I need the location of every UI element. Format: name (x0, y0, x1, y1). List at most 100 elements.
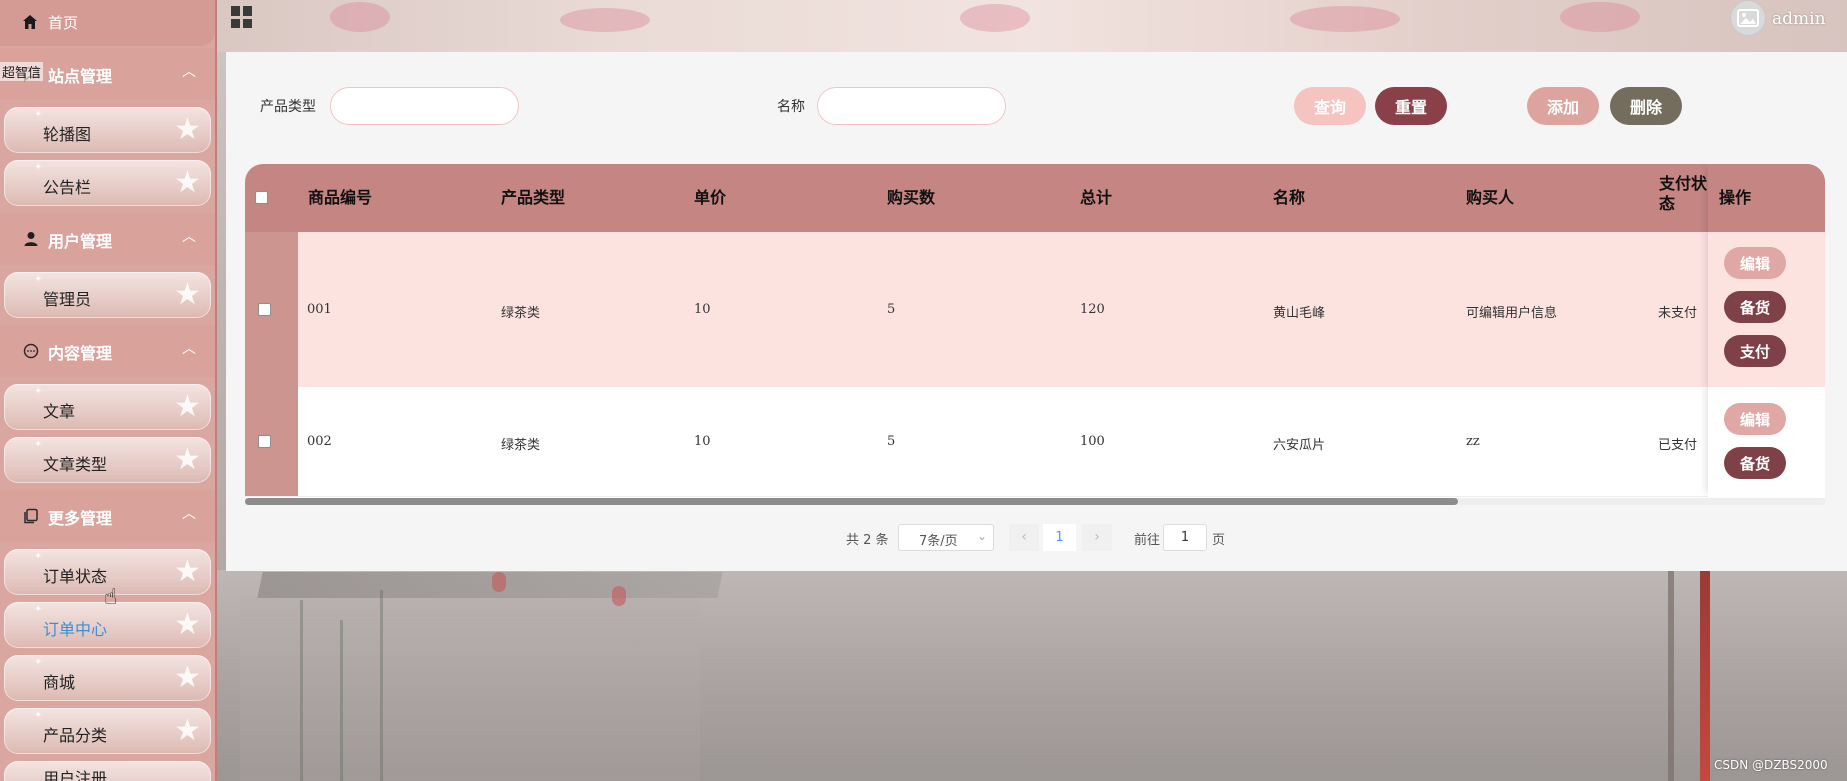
sidebar-item-admin[interactable]: ✦ 管理员 ★ (4, 272, 211, 318)
pay-button[interactable]: 支付 (1724, 335, 1786, 367)
floating-label: 超智信 (0, 62, 44, 81)
sidebar-item-label: 产品分类 (43, 726, 108, 745)
sidebar-group-content[interactable]: 内容管理 ︿ (0, 325, 215, 377)
sidebar-item-user-register[interactable]: 用户注册 (4, 761, 211, 781)
blossom-decoration (960, 4, 1030, 32)
goto-suffix: 页 (1212, 533, 1226, 548)
star-icon: ✦ (34, 551, 43, 562)
operations-header: 操作 (1708, 164, 1825, 232)
copy-icon (24, 508, 38, 524)
operations-cell: 编辑 备货 (1708, 387, 1825, 497)
cell-qty: 5 (887, 434, 896, 449)
cell-qty: 5 (887, 302, 896, 317)
sidebar-item-article[interactable]: ✦ 文章 ★ (4, 384, 211, 430)
cell-id: 001 (307, 302, 332, 317)
lantern-decoration (492, 572, 506, 592)
horizontal-scrollbar-thumb[interactable] (245, 498, 1458, 505)
column-header: 支付状态 (1659, 174, 1708, 213)
hand-cursor-icon: ☝ (104, 585, 118, 610)
sidebar-item-product-category[interactable]: ✦ 产品分类 ★ (4, 708, 211, 754)
row-checkbox-cell (245, 387, 298, 496)
sidebar-group-user[interactable]: 用户管理 ︿ (0, 213, 215, 265)
chevron-up-icon: ︿ (182, 506, 196, 522)
column-header: 购买人 (1466, 188, 1515, 207)
chevron-up-icon: ︿ (182, 229, 196, 245)
sidebar-item-notice[interactable]: ✦ 公告栏 ★ (4, 160, 211, 206)
username-label[interactable]: admin (1772, 9, 1826, 29)
order-table: 商品编号 产品类型 单价 购买数 总计 名称 购买人 支付状态 001 绿茶类 … (245, 164, 1825, 505)
delete-button[interactable]: 删除 (1610, 87, 1682, 125)
sidebar: 首页 站点管理 ︿ ✦ 轮播图 ★ ✦ 公告栏 ★ 用户管理 ︿ ✦ 管理员 ★… (0, 0, 217, 781)
cell-buyer: 可编辑用户信息 (1466, 306, 1558, 321)
column-header: 单价 (694, 188, 727, 207)
sidebar-item-carousel[interactable]: ✦ 轮播图 ★ (4, 107, 211, 153)
sidebar-item-shop[interactable]: ✦ 商城 ★ (4, 655, 211, 701)
star-icon: ★ (174, 277, 201, 312)
goto-page-input[interactable] (1163, 524, 1207, 551)
name-label: 名称 (777, 99, 805, 115)
chevron-up-icon: ︿ (182, 64, 196, 80)
cell-name: 六安瓜片 (1273, 438, 1326, 453)
stock-button[interactable]: 备货 (1724, 447, 1786, 479)
chevron-down-icon: ⌄ (977, 529, 988, 543)
star-icon: ✦ (34, 386, 43, 397)
cell-total: 120 (1080, 302, 1105, 317)
star-icon: ✦ (34, 710, 43, 721)
table-row: 001 绿茶类 10 5 120 黄山毛峰 可编辑用户信息 未支付 (245, 232, 1825, 387)
next-page-button[interactable]: › (1082, 524, 1112, 551)
user-icon (24, 232, 38, 246)
bamboo-decoration (380, 590, 383, 781)
operations-cell: 编辑 备货 支付 (1708, 232, 1825, 387)
sidebar-item-label: 文章类型 (43, 455, 108, 474)
cell-name: 黄山毛峰 (1273, 306, 1326, 321)
page-size-select[interactable]: 7条/页 ⌄ (898, 524, 994, 551)
red-pole-decoration (1700, 565, 1710, 781)
row-checkbox[interactable] (258, 435, 271, 448)
current-page[interactable]: 1 (1043, 524, 1076, 551)
star-icon: ✦ (34, 439, 43, 450)
table-header: 商品编号 产品类型 单价 购买数 总计 名称 购买人 支付状态 (245, 164, 1825, 232)
star-icon: ✦ (34, 162, 43, 173)
query-button[interactable]: 查询 (1294, 87, 1366, 125)
sidebar-group-more[interactable]: 更多管理 ︿ (0, 490, 215, 542)
stock-button[interactable]: 备货 (1724, 291, 1786, 323)
row-checkbox[interactable] (258, 303, 271, 316)
cell-type: 绿茶类 (501, 438, 541, 453)
select-all-checkbox[interactable] (255, 191, 268, 204)
row-checkbox-cell (245, 232, 298, 387)
star-icon: ★ (174, 554, 201, 589)
cell-id: 002 (307, 434, 332, 449)
building-decoration (240, 598, 700, 781)
sidebar-item-label: 管理员 (43, 290, 92, 309)
avatar[interactable] (1730, 0, 1766, 36)
name-input[interactable] (817, 87, 1006, 125)
sidebar-item-label: 订单中心 (43, 620, 108, 639)
image-icon (1737, 9, 1759, 27)
menu-grid-icon[interactable] (231, 6, 253, 28)
reset-button[interactable]: 重置 (1375, 87, 1447, 125)
sidebar-group-label: 更多管理 (48, 509, 113, 528)
star-icon: ★ (174, 442, 201, 477)
star-icon: ✦ (34, 604, 43, 615)
column-header: 产品类型 (501, 188, 566, 207)
star-icon: ★ (174, 660, 201, 695)
page-size-value: 7条/页 (919, 534, 958, 549)
cell-status: 已支付 (1658, 438, 1698, 453)
sidebar-item-article-type[interactable]: ✦ 文章类型 ★ (4, 437, 211, 483)
cell-total: 100 (1080, 434, 1105, 449)
home-icon (23, 15, 37, 29)
product-type-input[interactable] (330, 87, 519, 125)
prev-page-button[interactable]: ‹ (1009, 524, 1039, 551)
blossom-decoration (1560, 2, 1640, 32)
star-icon: ✦ (34, 657, 43, 668)
edit-button[interactable]: 编辑 (1724, 403, 1786, 435)
sidebar-home-label: 首页 (48, 14, 79, 32)
cell-type: 绿茶类 (501, 306, 541, 321)
sidebar-item-home[interactable]: 首页 (0, 0, 215, 46)
bamboo-decoration (340, 620, 343, 781)
edit-button[interactable]: 编辑 (1724, 247, 1786, 279)
add-button[interactable]: 添加 (1527, 87, 1599, 125)
star-icon: ✦ (34, 109, 43, 120)
blossom-decoration (1290, 6, 1400, 32)
star-icon: ★ (174, 713, 201, 748)
